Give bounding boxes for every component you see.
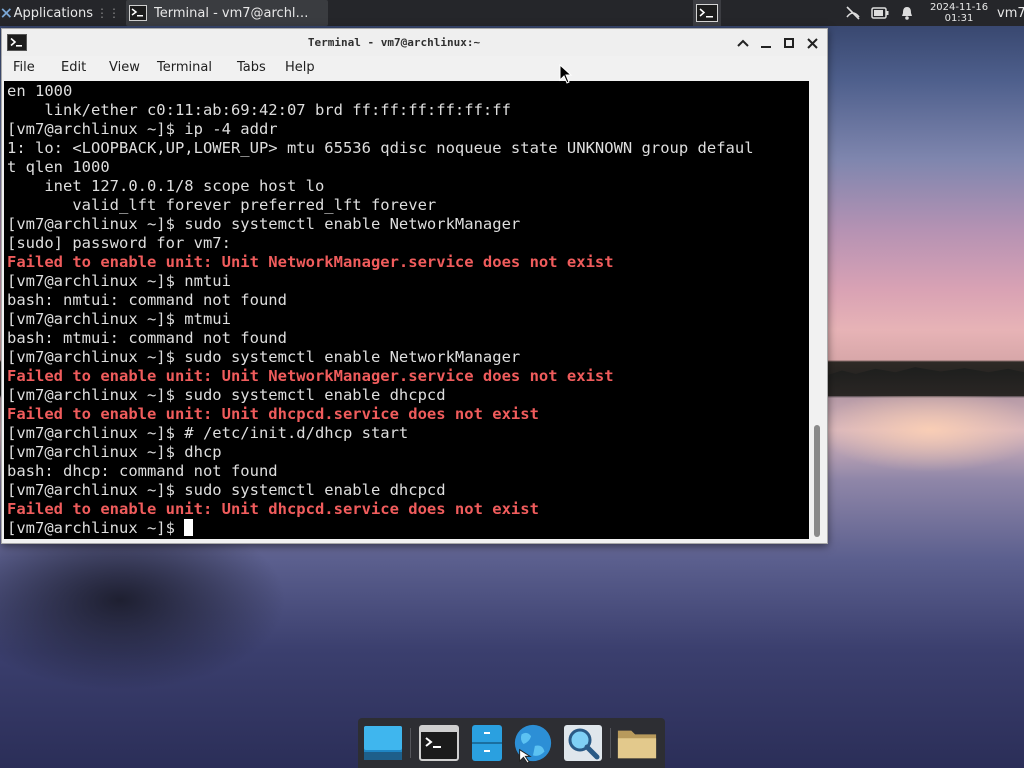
menu-edit[interactable]: Edit [61,60,86,75]
terminal-error-line: Failed to enable unit: Unit dhcpcd.servi… [7,405,539,423]
app-finder-icon [564,725,602,761]
terminal-icon [129,5,147,21]
terminal-command-line: [vm7@archlinux ~]$ sudo systemctl enable… [7,386,446,404]
dock-separator [410,728,411,758]
applications-menu-button[interactable]: Applications ⋮⋮ [0,0,120,26]
terminal-prompt-line[interactable]: [vm7@archlinux ~]$ [7,519,754,538]
terminal-output-line: en 1000 [7,82,73,100]
file-manager-launcher[interactable] [466,723,508,763]
minimize-icon [761,46,771,48]
menu-tabs[interactable]: Tabs [237,60,266,75]
terminal-lines: en 1000 link/ether c0:11:ab:69:42:07 brd… [7,82,754,538]
terminal-cursor [184,519,194,536]
terminal-output-line: 1: lo: <LOOPBACK,UP,LOWER_UP> mtu 65536 … [7,139,754,157]
file-manager-icon [472,725,502,761]
menu-file[interactable]: File [13,60,35,75]
tray-terminal-button[interactable] [693,0,721,26]
home-folder-icon [617,730,657,759]
terminal-launcher[interactable] [418,723,460,763]
scrollbar-thumb[interactable] [814,425,820,537]
terminal-output-line: t qlen 1000 [7,158,110,176]
window-titlebar[interactable]: Terminal - vm7@archlinux:~ [2,29,827,56]
maximize-button[interactable] [779,33,799,53]
mouse-pointer-icon [559,64,573,84]
terminal-error-line: Failed to enable unit: Unit NetworkManag… [7,253,614,271]
terminal-error-line: Failed to enable unit: Unit dhcpcd.servi… [7,500,539,518]
terminal-command-line: [vm7@archlinux ~]$ sudo systemctl enable… [7,215,521,233]
terminal-command-line: [vm7@archlinux ~]$ nmtui [7,272,231,290]
clock-date: 2024-11-16 [929,2,989,13]
system-tray [840,0,920,26]
dock [358,718,665,768]
taskbar-terminal-button[interactable]: Terminal - vm7@archl… [126,0,328,26]
terminal-output[interactable]: en 1000 link/ether c0:11:ab:69:42:07 brd… [4,81,809,539]
close-icon [806,37,818,49]
web-browser-launcher[interactable] [512,723,554,764]
minimize-button[interactable] [756,33,776,53]
battery-icon[interactable] [871,6,889,20]
terminal-command-line: [vm7@archlinux ~]$ sudo systemctl enable… [7,481,446,499]
terminal-output-line: [sudo] password for vm7: [7,234,231,252]
menu-help[interactable]: Help [285,60,315,75]
terminal-command-line: [vm7@archlinux ~]$ mtmui [7,310,231,328]
menu-terminal[interactable]: Terminal [157,60,212,75]
xfce-logo-icon [1,8,12,18]
terminal-command-line: [vm7@archlinux ~]$ dhcp [7,443,222,461]
terminal-command-line: [vm7@archlinux ~]$ sudo systemctl enable… [7,348,521,366]
wallpaper-hill [0,540,360,700]
terminal-window: Terminal - vm7@archlinux:~ File Edit Vie… [1,28,828,544]
terminal-icon [696,4,718,22]
terminal-output-line: bash: mtmui: command not found [7,329,287,347]
maximize-icon [784,38,794,48]
applications-label: Applications [13,5,93,21]
taskbar-terminal-label: Terminal - vm7@archl… [154,5,309,21]
top-panel: Applications ⋮⋮ Terminal - vm7@archl… 20… [0,0,1024,26]
notification-bell-icon[interactable] [899,5,915,21]
terminal-command-line: [vm7@archlinux ~]$ ip -4 addr [7,120,278,138]
dock-separator [610,728,611,758]
web-browser-icon [514,724,552,764]
show-desktop-button[interactable] [362,723,404,763]
network-disconnected-icon[interactable] [845,5,861,21]
show-desktop-icon [364,726,402,760]
terminal-output-line: bash: nmtui: command not found [7,291,287,309]
terminal-prompt: [vm7@archlinux ~]$ [7,519,185,537]
menu-view[interactable]: View [109,60,140,75]
chevron-up-icon [737,39,749,47]
home-folder-launcher[interactable] [616,723,658,763]
terminal-command-line: [vm7@archlinux ~]$ # /etc/init.d/dhcp st… [7,424,409,442]
close-button[interactable] [802,33,822,53]
terminal-output-line: bash: dhcp: command not found [7,462,278,480]
terminal-error-line: Failed to enable unit: Unit NetworkManag… [7,367,614,385]
terminal-icon [419,725,459,761]
terminal-output-line: valid_lft forever preferred_lft forever [7,196,437,214]
panel-separator: ⋮⋮ [96,6,120,20]
clock-time: 01:31 [944,13,974,24]
menu-bar: File Edit View Terminal Tabs Help [2,56,827,81]
terminal-output-line: inet 127.0.0.1/8 scope host lo [7,177,325,195]
shade-button[interactable] [733,33,753,53]
app-finder-launcher[interactable] [562,723,604,763]
clock[interactable]: 2024-11-16 01:31 [924,0,994,26]
user-menu[interactable]: vm7 [997,0,1024,26]
window-title: Terminal - vm7@archlinux:~ [307,36,481,49]
terminal-output-line: link/ether c0:11:ab:69:42:07 brd ff:ff:f… [7,101,511,119]
